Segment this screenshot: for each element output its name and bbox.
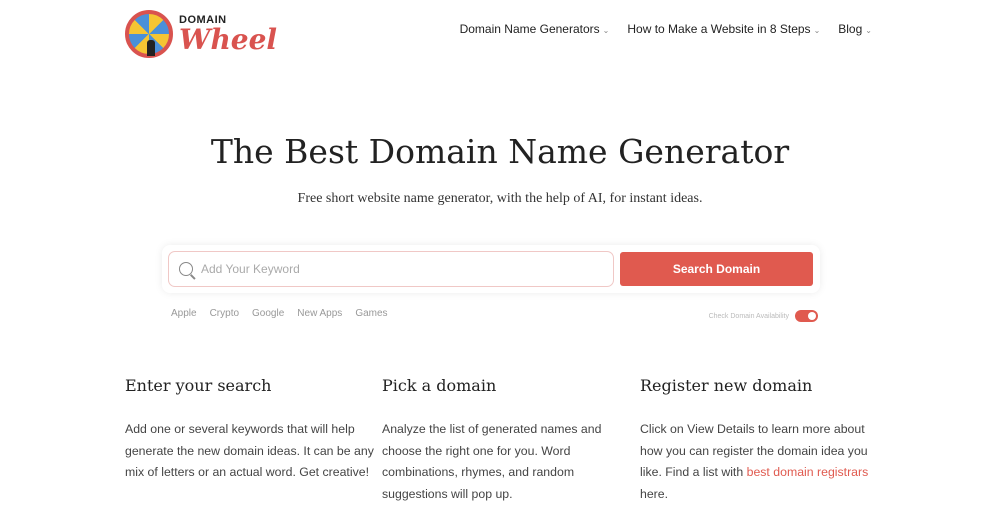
nav-domain-name-generators[interactable]: Domain Name Generators ⌄ bbox=[460, 22, 610, 36]
step-title: Enter your search bbox=[125, 376, 272, 395]
nav-label: Blog bbox=[838, 22, 863, 36]
step-text: Add one or several keywords that will he… bbox=[125, 422, 374, 479]
page-subtitle: Free short website name generator, with … bbox=[297, 191, 703, 206]
step-text: Analyze the list of generated names and … bbox=[382, 422, 602, 501]
tag-google[interactable]: Google bbox=[252, 308, 284, 319]
keyword-input[interactable]: Add Your Keyword bbox=[168, 251, 614, 287]
wheel-logo-icon bbox=[125, 10, 173, 58]
suggestion-tags: Apple Crypto Google New Apps Games bbox=[171, 308, 388, 319]
search-box: Add Your Keyword Search Domain bbox=[162, 245, 820, 293]
nav-blog[interactable]: Blog ⌄ bbox=[838, 22, 872, 36]
check-availability-label: Check Domain Availability bbox=[708, 312, 789, 320]
chevron-down-icon: ⌄ bbox=[865, 26, 872, 35]
tag-new-apps[interactable]: New Apps bbox=[297, 308, 342, 319]
logo-line2: Wheel bbox=[179, 22, 278, 56]
keyword-placeholder: Add Your Keyword bbox=[201, 262, 300, 276]
step-text: Click on View Details to learn more abou… bbox=[640, 419, 885, 505]
nav-how-to-make-website[interactable]: How to Make a Website in 8 Steps ⌄ bbox=[627, 22, 820, 36]
check-availability-toggle[interactable] bbox=[795, 310, 818, 322]
nav-label: How to Make a Website in 8 Steps bbox=[627, 22, 811, 36]
tag-crypto[interactable]: Crypto bbox=[210, 308, 239, 319]
logo[interactable]: DOMAIN Wheel bbox=[125, 10, 277, 58]
check-availability: Check Domain Availability bbox=[709, 310, 818, 322]
step-register-domain: Register new domain Click on View Detail… bbox=[640, 376, 885, 505]
step-enter-search: Enter your search Add one or several key… bbox=[125, 376, 375, 484]
step-title: Pick a domain bbox=[382, 376, 497, 395]
chevron-down-icon: ⌄ bbox=[813, 26, 821, 35]
page-title: The Best Domain Name Generator bbox=[210, 132, 790, 171]
step-title: Register new domain bbox=[640, 376, 813, 395]
tag-games[interactable]: Games bbox=[355, 308, 387, 319]
nav-label: Domain Name Generators bbox=[459, 22, 600, 36]
best-registrars-link[interactable]: best domain registrars bbox=[747, 465, 869, 479]
search-icon bbox=[179, 262, 193, 276]
main-nav: Domain Name Generators ⌄ How to Make a We… bbox=[460, 22, 872, 36]
search-domain-button[interactable]: Search Domain bbox=[620, 252, 813, 286]
chevron-down-icon: ⌄ bbox=[602, 26, 610, 35]
step-pick-domain: Pick a domain Analyze the list of genera… bbox=[382, 376, 632, 505]
step-text-part: here. bbox=[640, 486, 669, 501]
tag-apple[interactable]: Apple bbox=[171, 308, 197, 319]
